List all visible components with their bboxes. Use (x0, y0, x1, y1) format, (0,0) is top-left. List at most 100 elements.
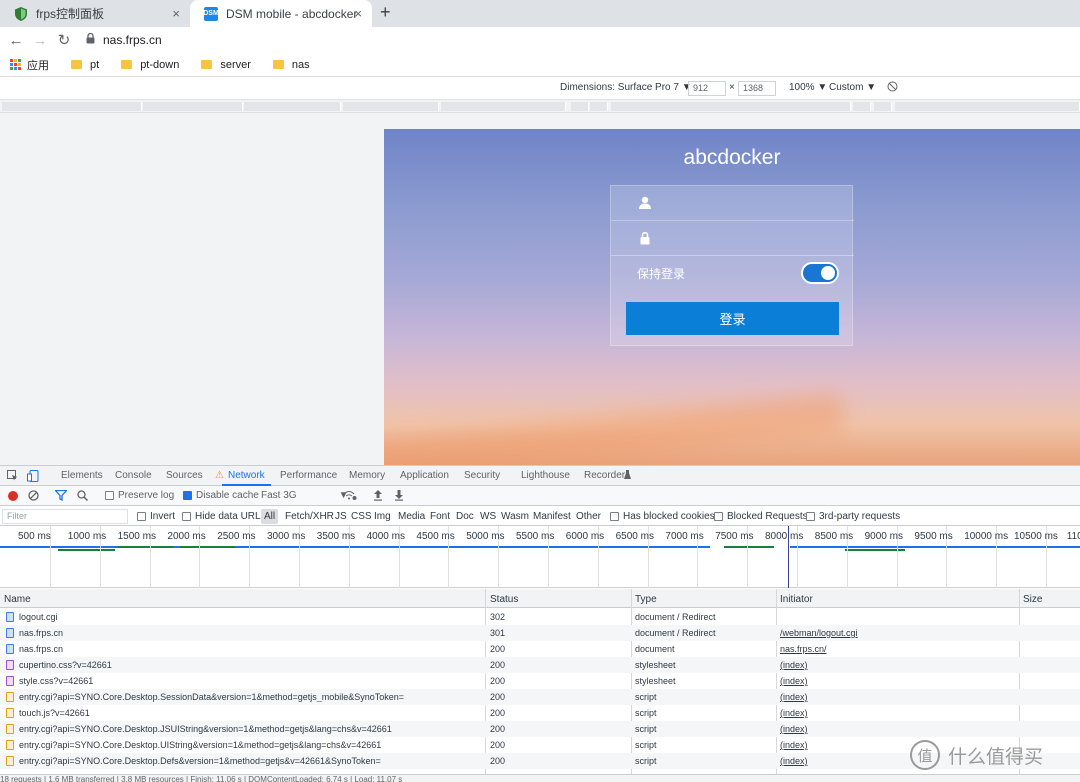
tab-elements[interactable]: Elements (61, 470, 103, 481)
column-status[interactable]: Status (490, 594, 518, 605)
bookmark-pt[interactable]: pt (71, 59, 99, 71)
request-name[interactable]: entry.cgi?api=SYNO.Core.Desktop.SessionD… (19, 692, 479, 702)
browser-tab-frps[interactable]: frps控制面板 × (0, 0, 190, 27)
zoom-select[interactable]: 100% ▼ (789, 82, 827, 93)
filter-type-doc[interactable]: Doc (456, 511, 474, 522)
bookmark-nas[interactable]: nas (272, 59, 310, 71)
hide-data-urls-checkbox[interactable]: Hide data URLs (182, 511, 266, 522)
request-name[interactable]: nas.frps.cn (19, 628, 479, 638)
login-button[interactable]: 登录 (626, 302, 839, 335)
forward-arrow-icon[interactable]: → (28, 32, 52, 49)
tab-memory[interactable]: Memory (349, 470, 385, 481)
username-field[interactable] (611, 186, 854, 221)
new-tab-button[interactable]: + (380, 2, 391, 23)
bookmark-server[interactable]: server (201, 59, 251, 71)
clear-icon[interactable] (28, 490, 39, 501)
close-tab-icon[interactable]: × (172, 6, 180, 21)
tab-security[interactable]: Security (464, 470, 500, 481)
column-initiator[interactable]: Initiator (780, 594, 813, 605)
throttle-select[interactable]: Custom ▼ (829, 82, 876, 93)
column-size[interactable]: Size (1023, 594, 1042, 605)
third-party-checkbox[interactable]: 3rd-party requests (806, 511, 900, 522)
filter-type-font[interactable]: Font (430, 511, 450, 522)
disable-cache-checkbox[interactable]: Disable cache (183, 490, 259, 501)
request-initiator-link[interactable]: (index) (780, 756, 808, 766)
browser-tab-dsm[interactable]: DSM DSM mobile - abcdocker × (190, 0, 372, 27)
filter-type-wasm[interactable]: Wasm (501, 511, 529, 522)
request-row[interactable]: touch.js?v=42661 200 script (index) (0, 705, 1080, 721)
lock-icon[interactable] (86, 32, 95, 47)
request-name[interactable]: touch.js?v=42661 (19, 708, 479, 718)
media-query-bar[interactable] (0, 99, 1080, 113)
password-field[interactable] (611, 221, 854, 256)
tab-sources[interactable]: Sources (166, 470, 203, 481)
filter-icon[interactable] (55, 490, 67, 501)
tab-lighthouse[interactable]: Lighthouse (521, 470, 570, 481)
record-icon[interactable] (8, 491, 18, 501)
keep-login-toggle[interactable] (801, 262, 839, 284)
blocked-requests-checkbox[interactable]: Blocked Requests (714, 511, 808, 522)
request-initiator-link[interactable]: nas.frps.cn/ (780, 644, 827, 654)
request-name[interactable]: nas.frps.cn (19, 644, 479, 654)
back-arrow-icon[interactable]: ← (4, 32, 28, 49)
filter-type-manifest[interactable]: Manifest (533, 511, 571, 522)
device-height-input[interactable]: 1368 (738, 81, 776, 96)
inspect-element-icon[interactable] (7, 470, 18, 484)
filter-type-other[interactable]: Other (576, 511, 601, 522)
reload-icon[interactable]: ↻ (52, 31, 76, 49)
filter-input[interactable]: Filter (2, 509, 128, 524)
request-name[interactable]: cupertino.css?v=42661 (19, 660, 479, 670)
request-name[interactable]: style.css?v=42661 (19, 676, 479, 686)
filter-type-all[interactable]: All (261, 509, 279, 524)
filter-type-ws[interactable]: WS (480, 511, 496, 522)
invert-checkbox[interactable]: Invert (137, 511, 175, 522)
request-name[interactable]: logout.cgi (19, 612, 479, 622)
request-initiator-link[interactable]: /webman/logout.cgi (780, 628, 858, 638)
blocked-cookies-checkbox[interactable]: Has blocked cookies (610, 511, 715, 522)
timeline-tick-label: 7000 ms (665, 531, 704, 542)
filter-type-css[interactable]: CSS (351, 511, 372, 522)
close-tab-icon[interactable]: × (354, 6, 362, 21)
request-initiator-link[interactable]: (index) (780, 740, 808, 750)
filter-type-img[interactable]: Img (374, 511, 391, 522)
tab-console[interactable]: Console (115, 470, 152, 481)
column-name[interactable]: Name (4, 594, 31, 605)
request-row[interactable]: logout.cgi 302 document / Redirect (0, 609, 1080, 625)
network-timeline-overview[interactable]: 500 ms 1000 ms 1500 ms 2000 ms 2500 ms 3000 m… (0, 526, 1080, 588)
request-row[interactable]: entry.cgi?api=SYNO.Core.Desktop.SessionD… (0, 689, 1080, 705)
request-row[interactable]: style.css?v=42661 200 stylesheet (index) (0, 673, 1080, 689)
tab-recorder[interactable]: Recorder (584, 470, 625, 481)
request-row[interactable]: entry.cgi?api=SYNO.Core.Desktop.JSUIStri… (0, 721, 1080, 737)
network-conditions-icon[interactable] (343, 490, 357, 501)
upload-icon[interactable] (373, 489, 383, 501)
device-width-input[interactable]: 912 (688, 81, 726, 96)
rotate-icon[interactable] (887, 81, 898, 95)
bookmark-apps[interactable]: 应用 (10, 57, 49, 73)
tab-application[interactable]: Application (400, 470, 449, 481)
download-icon[interactable] (394, 489, 404, 501)
column-type[interactable]: Type (635, 594, 657, 605)
tab-network[interactable]: Network (222, 470, 271, 486)
request-initiator-link[interactable]: (index) (780, 692, 808, 702)
filter-type-fetch[interactable]: Fetch/XHR (285, 511, 334, 522)
request-initiator-link[interactable]: (index) (780, 660, 808, 670)
address-bar[interactable]: nas.frps.cn (103, 33, 162, 47)
device-dimensions-select[interactable]: Dimensions: Surface Pro 7 ▼ (560, 82, 692, 93)
filter-type-js[interactable]: JS (335, 511, 347, 522)
request-row[interactable]: cupertino.css?v=42661 200 stylesheet (index… (0, 657, 1080, 673)
bookmark-pt-down[interactable]: pt-down (121, 59, 179, 71)
request-name[interactable]: entry.cgi?api=SYNO.Core.Desktop.JSUIStri… (19, 724, 479, 734)
request-name[interactable]: entry.cgi?api=SYNO.Core.Desktop.UIString… (19, 740, 479, 750)
request-initiator-link[interactable]: (index) (780, 724, 808, 734)
device-toggle-icon[interactable] (27, 470, 39, 485)
request-row[interactable]: nas.frps.cn 200 document nas.frps.cn/ (0, 641, 1080, 657)
preserve-log-checkbox[interactable]: Preserve log (105, 490, 174, 501)
throttling-select[interactable]: Fast 3G ▼ (261, 490, 348, 501)
search-icon[interactable] (77, 490, 88, 501)
tab-performance[interactable]: Performance (280, 470, 337, 481)
request-name[interactable]: entry.cgi?api=SYNO.Core.Desktop.Defs&ver… (19, 756, 479, 766)
request-row[interactable]: nas.frps.cn 301 document / Redirect/webman… (0, 625, 1080, 641)
request-initiator-link[interactable]: (index) (780, 708, 808, 718)
filter-type-media[interactable]: Media (398, 511, 425, 522)
request-initiator-link[interactable]: (index) (780, 676, 808, 686)
